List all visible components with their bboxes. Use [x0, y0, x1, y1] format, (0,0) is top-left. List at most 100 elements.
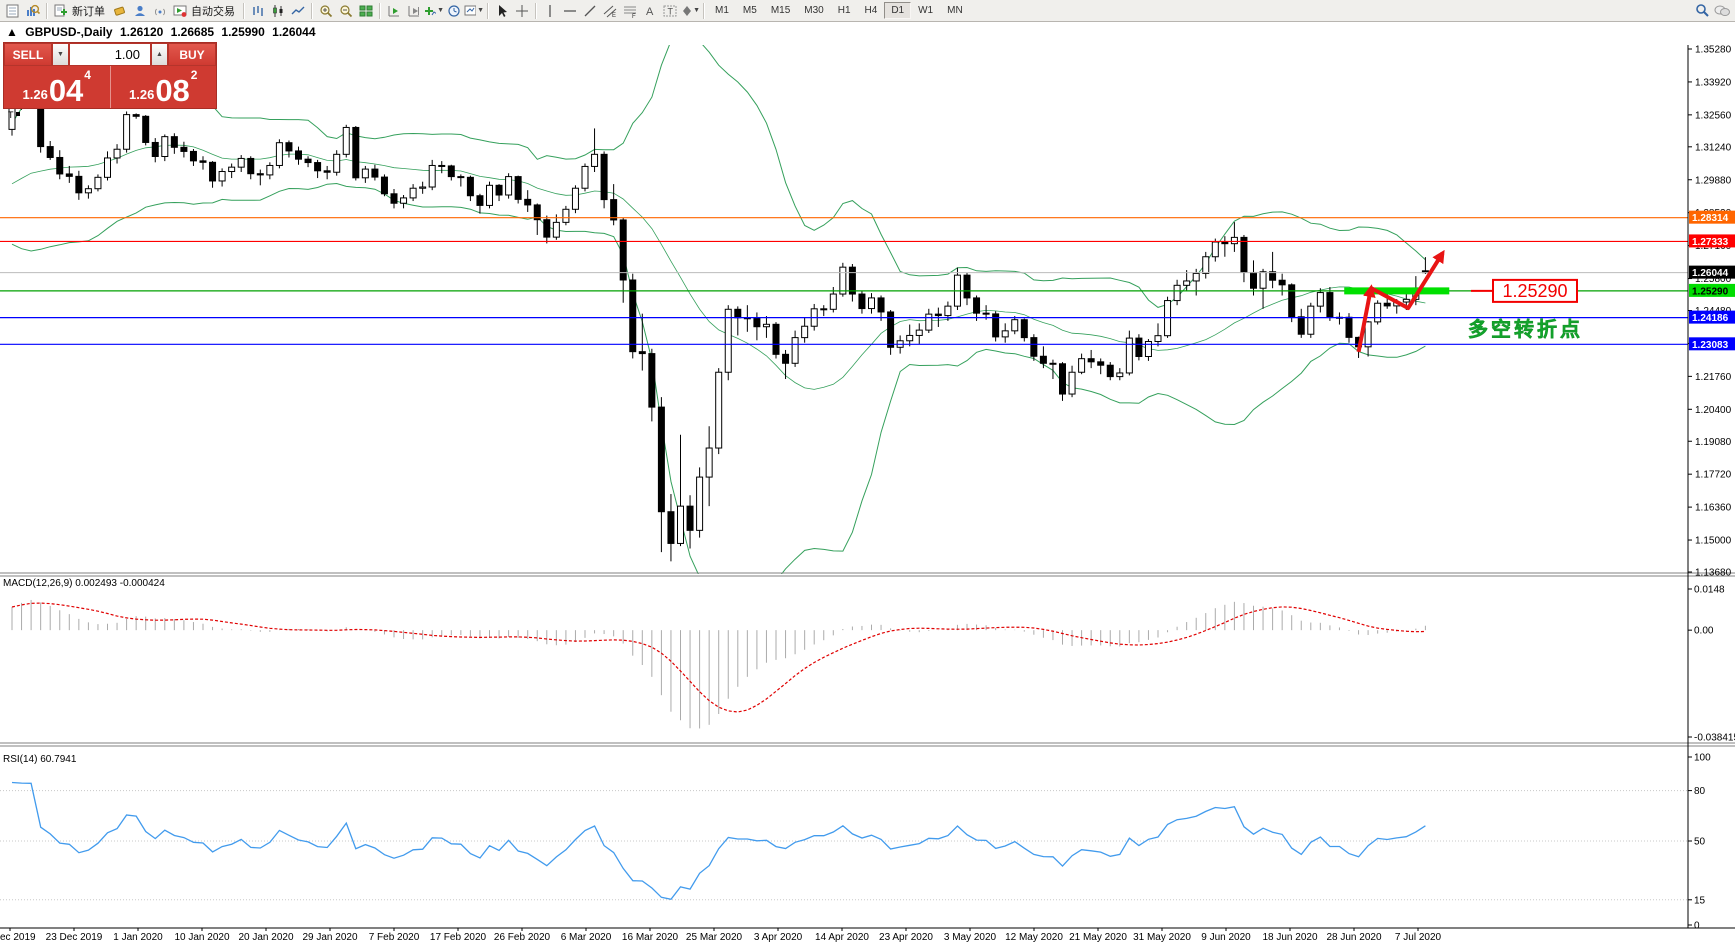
quote-low: 1.25990	[221, 25, 264, 39]
volume-increase-button[interactable]: ▲	[151, 43, 168, 66]
sell-price[interactable]: 1.26 04 4	[4, 66, 110, 108]
timeframe-W1[interactable]: W1	[911, 2, 940, 19]
price-tick: 1.17720	[1695, 470, 1732, 481]
toolbar: 新订单 自动交易 ▼ ▼ E F A T ▼ M1M5M15M30H1H4D1W…	[0, 0, 1735, 22]
collapse-arrow-icon[interactable]: ▲	[6, 25, 18, 39]
date-label: 28 Jun 2020	[1326, 932, 1381, 943]
timeframe-MN[interactable]: MN	[940, 2, 970, 19]
candles	[9, 90, 1428, 562]
metaeditor-icon[interactable]	[110, 2, 130, 20]
bar-chart-mode-icon[interactable]	[248, 2, 268, 20]
date-label: 31 May 2020	[1133, 932, 1191, 943]
svg-text:1.26044: 1.26044	[1692, 268, 1729, 279]
auto-scroll-icon[interactable]	[384, 2, 404, 20]
volume-decrease-button[interactable]: ▼	[52, 43, 69, 66]
toolbar-separator	[311, 3, 313, 19]
templates-icon[interactable]: ▼	[464, 2, 484, 20]
crosshair-icon[interactable]	[512, 2, 532, 20]
date-label: 23 Apr 2020	[879, 932, 933, 943]
buy-button[interactable]: BUY	[168, 43, 216, 66]
new-order-icon[interactable]	[51, 2, 71, 20]
timeframe-M5[interactable]: M5	[736, 2, 764, 19]
macd-panel	[12, 600, 1425, 728]
turning-point-annotation[interactable]: 多空转折点	[1468, 317, 1583, 341]
period-clock-icon[interactable]	[444, 2, 464, 20]
toolbar-separator	[46, 3, 48, 19]
date-label: 9 Jun 2020	[1201, 932, 1251, 943]
vertical-line-icon[interactable]	[540, 2, 560, 20]
new-chart-icon[interactable]	[3, 2, 23, 20]
horizontal-line-icon[interactable]	[560, 2, 580, 20]
timeframe-group: M1M5M15M30H1H4D1W1MN	[708, 2, 970, 19]
price-tick: 1.16360	[1695, 503, 1732, 514]
timeframe-M15[interactable]: M15	[764, 2, 797, 19]
main-panel	[0, 32, 1688, 595]
chat-icon[interactable]	[1712, 2, 1732, 20]
timeframe-H1[interactable]: H1	[831, 2, 858, 19]
price-tick: 1.29880	[1695, 175, 1732, 186]
price-tick: 1.19080	[1695, 437, 1732, 448]
rsi-line[interactable]	[12, 783, 1425, 900]
equidistant-channel-icon[interactable]: E	[600, 2, 620, 20]
price-tick: 1.35280	[1695, 45, 1732, 56]
text-label-icon[interactable]: T	[660, 2, 680, 20]
cursor-icon[interactable]	[492, 2, 512, 20]
new-order-label[interactable]: 新订单	[72, 3, 105, 19]
svg-text:1.24186: 1.24186	[1692, 313, 1729, 324]
price-tick: 1.32560	[1695, 110, 1732, 121]
one-click-trading-panel: SELL ▼ 1.00 ▲ BUY 1.26 04 4 1.26 08 2	[3, 42, 217, 109]
line-chart-mode-icon[interactable]	[288, 2, 308, 20]
candlestick-mode-icon[interactable]	[268, 2, 288, 20]
chart-area[interactable]: T1.25290多空转折点MACD(12,26,9) 0.002493 -0.0…	[0, 22, 1735, 943]
autotrading-label[interactable]: 自动交易	[191, 3, 235, 19]
svg-text:A: A	[646, 6, 654, 18]
tile-windows-icon[interactable]	[356, 2, 376, 20]
rsi-tick: 80	[1694, 786, 1706, 797]
macd-label: MACD(12,26,9) 0.002493 -0.000424	[3, 578, 165, 589]
support-zone[interactable]	[1344, 287, 1449, 294]
shapes-icon[interactable]: ▼	[680, 2, 700, 20]
macd-tick: 0.0148	[1694, 585, 1725, 596]
trendline-icon[interactable]	[580, 2, 600, 20]
timeframe-D1[interactable]: D1	[884, 2, 911, 19]
search-icon[interactable]	[1692, 2, 1712, 20]
rsi-label: RSI(14) 60.7941	[3, 754, 77, 765]
date-label: 25 Mar 2020	[686, 932, 743, 943]
toolbar-separator	[535, 3, 537, 19]
chart-shift-icon[interactable]	[404, 2, 424, 20]
zoom-in-icon[interactable]	[316, 2, 336, 20]
date-label: 17 Feb 2020	[430, 932, 487, 943]
add-indicator-icon[interactable]: ▼	[424, 2, 444, 20]
timeframe-M1[interactable]: M1	[708, 2, 736, 19]
date-label: 16 Mar 2020	[622, 932, 679, 943]
signals-icon[interactable]	[150, 2, 170, 20]
svg-text:1.27333: 1.27333	[1692, 237, 1729, 248]
timeframe-M30[interactable]: M30	[797, 2, 830, 19]
price-chart-svg[interactable]: T1.25290多空转折点MACD(12,26,9) 0.002493 -0.0…	[0, 22, 1735, 943]
volume-input[interactable]: 1.00	[69, 43, 151, 66]
zoom-out-icon[interactable]	[336, 2, 356, 20]
bollinger-middle-band[interactable]	[12, 145, 1425, 389]
date-label: 29 Jan 2020	[302, 932, 357, 943]
autotrading-icon[interactable]	[170, 2, 190, 20]
community-icon[interactable]	[130, 2, 150, 20]
rsi-tick: 15	[1694, 895, 1706, 906]
macd-tick: -0.038415	[1694, 733, 1735, 744]
text-icon[interactable]: A	[640, 2, 660, 20]
date-label: 6 Mar 2020	[561, 932, 612, 943]
fibonacci-icon[interactable]: F	[620, 2, 640, 20]
svg-text:E: E	[612, 13, 616, 18]
profiles-icon[interactable]	[23, 2, 43, 20]
quote-high: 1.26685	[171, 25, 214, 39]
object-marker[interactable]: T	[8, 110, 14, 120]
date-label: 7 Feb 2020	[369, 932, 420, 943]
date-label: 20 Jan 2020	[238, 932, 293, 943]
bollinger-upper-band[interactable]	[12, 32, 1425, 307]
buy-price[interactable]: 1.26 08 2	[111, 66, 217, 108]
date-label: 18 Jun 2020	[1262, 932, 1317, 943]
quote-open: 1.26120	[120, 25, 163, 39]
timeframe-H4[interactable]: H4	[858, 2, 885, 19]
price-tick: 1.15000	[1695, 536, 1732, 547]
sell-button[interactable]: SELL	[4, 43, 52, 66]
date-label: 23 Dec 2019	[46, 932, 103, 943]
